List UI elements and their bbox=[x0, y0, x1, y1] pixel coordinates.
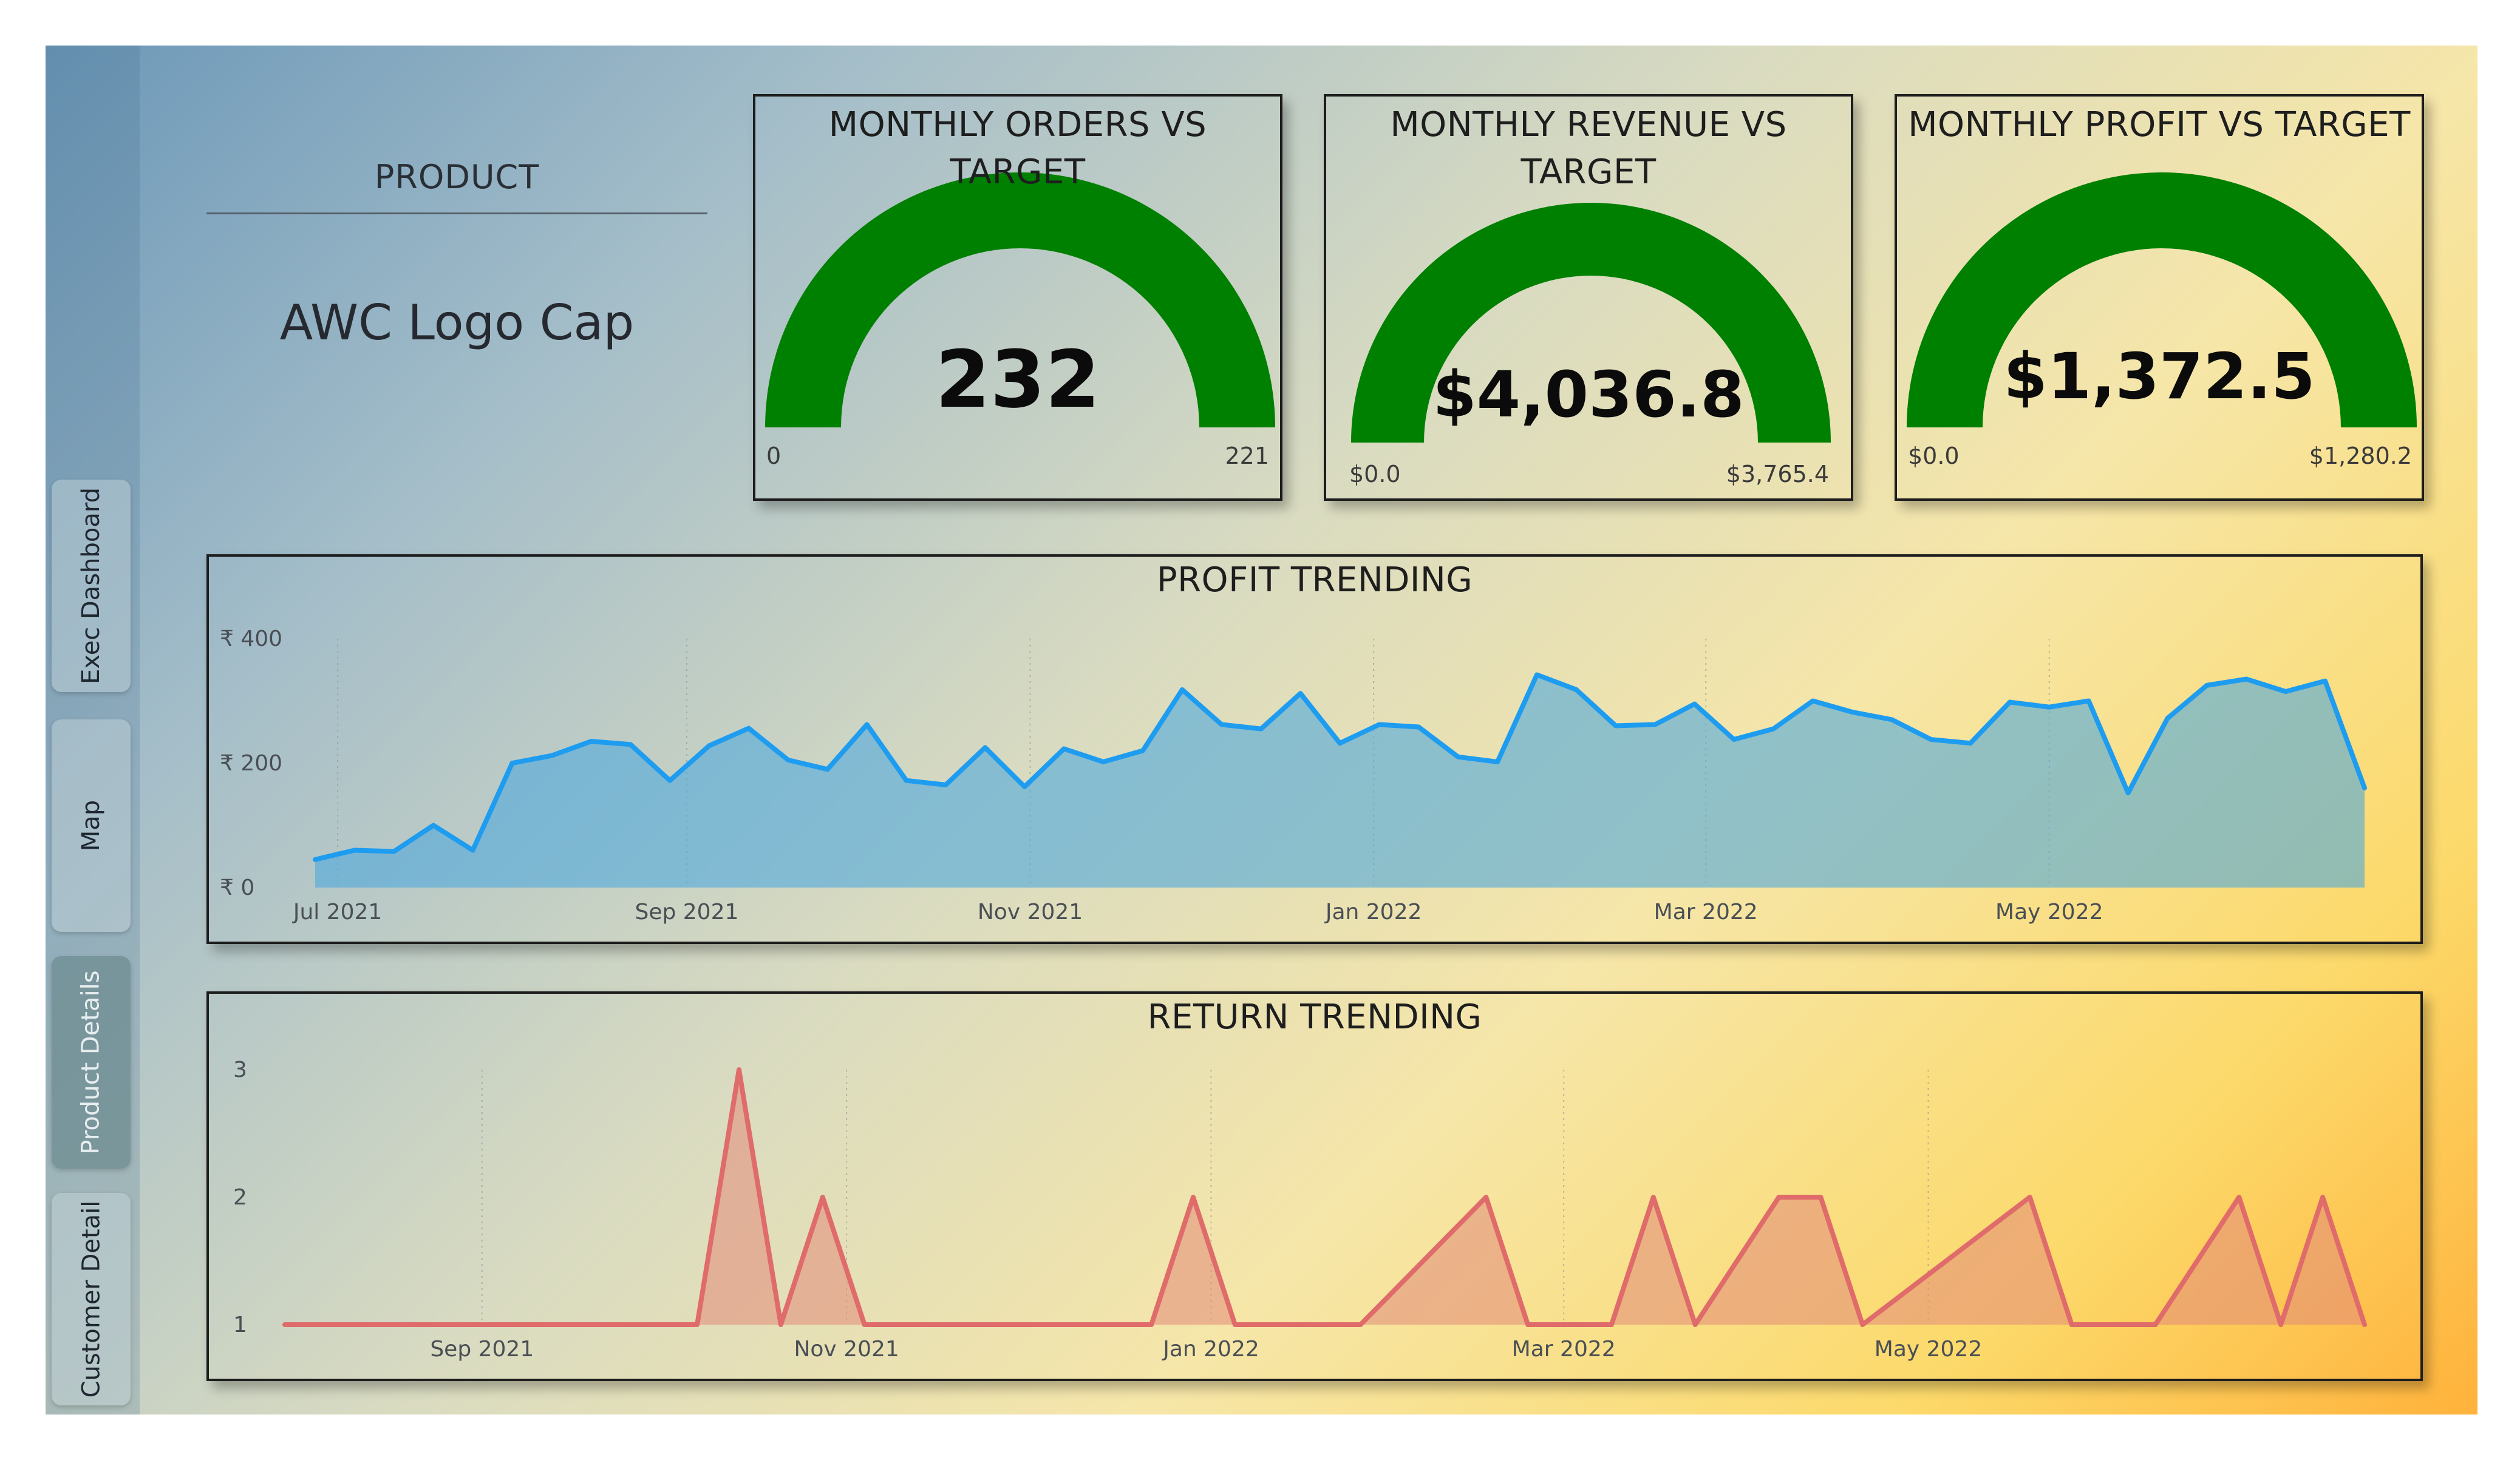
return-trending-chart: 1 2 3 Sep 2021 Nov 2021 Jan 2022 Mar 2022 May 2… bbox=[233, 1058, 2367, 1362]
product-card-divider bbox=[206, 212, 707, 214]
nav-customer-detail-button[interactable]: Customer Detail bbox=[52, 1193, 131, 1405]
nav-map-label: Map bbox=[77, 800, 105, 852]
y-tick-label: 1 bbox=[233, 1313, 247, 1337]
nav-map-button[interactable]: Map bbox=[52, 719, 131, 932]
nav-product-details-label: Product Details bbox=[77, 970, 106, 1155]
gauge-profit-max: $1,280.2 bbox=[2309, 443, 2412, 469]
gauge-revenue-max: $3,765.4 bbox=[1726, 461, 1829, 487]
x-tick-label: Sep 2021 bbox=[430, 1337, 534, 1362]
x-tick-label: Sep 2021 bbox=[635, 900, 738, 925]
x-tick-label: Mar 2022 bbox=[1512, 1337, 1616, 1362]
product-card-label: PRODUCT bbox=[374, 158, 540, 196]
return-trending-card[interactable]: RETURN TRENDING 1 2 3 Sep 2021 Nov 2021 Jan 2… bbox=[206, 991, 2423, 1381]
profit-trending-chart: ₹ 0 ₹ 200 ₹ 400 Jul 2021 Sep 2021 Nov 2021 Jan… bbox=[220, 627, 2367, 925]
page-navigation-rail: Exec Dashboard Map Product Details Custo… bbox=[46, 46, 140, 1415]
profit-trending-card[interactable]: PROFIT TRENDING ₹ 0 ₹ 200 ₹ 400 Jul 2021 Sep… bbox=[206, 554, 2423, 944]
gauge-revenue-title: MONTHLY REVENUE VS TARGET bbox=[1390, 105, 1787, 192]
x-tick-label: Jan 2022 bbox=[1324, 900, 1422, 925]
gauge-profit-title: MONTHLY PROFIT VS TARGET bbox=[1908, 105, 2411, 144]
x-tick-label: Jan 2022 bbox=[1162, 1337, 1259, 1362]
gauge-revenue-value: $4,036.8 bbox=[1432, 358, 1745, 432]
y-tick-label: ₹ 400 bbox=[220, 627, 282, 651]
gauge-profit-min: $0.0 bbox=[1908, 443, 1960, 469]
gauge-orders-title: MONTHLY ORDERS VS TARGET bbox=[828, 105, 1207, 192]
return-area bbox=[285, 1070, 2365, 1325]
gauge-orders-max: 221 bbox=[1225, 443, 1269, 469]
gauge-orders-value: 232 bbox=[935, 333, 1100, 426]
nav-customer-detail-label: Customer Detail bbox=[77, 1200, 105, 1398]
report-canvas: Exec Dashboard Map Product Details Custo… bbox=[46, 46, 2477, 1415]
y-tick-label: 3 bbox=[233, 1058, 247, 1082]
gauge-card-profit[interactable]: MONTHLY PROFIT VS TARGET $1,372.5 $0.0 $… bbox=[1895, 94, 2424, 501]
gauge-orders-min: 0 bbox=[766, 443, 782, 469]
y-tick-label: ₹ 0 bbox=[220, 875, 254, 900]
x-tick-label: May 2022 bbox=[1875, 1337, 1983, 1362]
x-tick-label: Nov 2021 bbox=[794, 1337, 899, 1362]
gauge-profit-value: $1,372.5 bbox=[2003, 339, 2315, 413]
y-tick-label: 2 bbox=[233, 1185, 247, 1210]
x-tick-label: May 2022 bbox=[1995, 900, 2103, 925]
gauge-card-revenue[interactable]: MONTHLY REVENUE VS TARGET $4,036.8 $0.0 … bbox=[1324, 94, 1853, 501]
product-card-value: AWC Logo Cap bbox=[279, 294, 635, 351]
nav-product-details-button[interactable]: Product Details bbox=[52, 956, 131, 1169]
gauge-card-orders[interactable]: MONTHLY ORDERS VS TARGET 232 0 221 bbox=[753, 94, 1282, 501]
x-tick-label: Mar 2022 bbox=[1654, 900, 1758, 925]
gauge-revenue-min: $0.0 bbox=[1349, 461, 1401, 487]
x-tick-label: Nov 2021 bbox=[978, 900, 1083, 925]
nav-exec-dashboard-button[interactable]: Exec Dashboard bbox=[52, 480, 131, 692]
nav-exec-dashboard-label: Exec Dashboard bbox=[77, 487, 106, 685]
x-tick-label: Jul 2021 bbox=[292, 900, 382, 925]
y-tick-label: ₹ 200 bbox=[220, 751, 282, 776]
